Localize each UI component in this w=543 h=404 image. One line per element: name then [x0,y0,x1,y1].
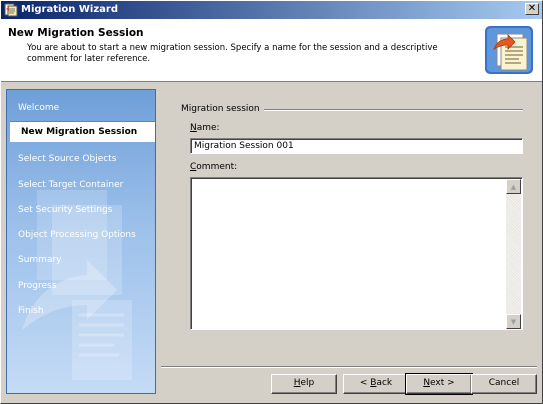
cancel-button[interactable]: Cancel [471,374,537,394]
scroll-down-arrow-icon: ▼ [510,317,517,326]
sidebar-item-set-security-settings[interactable]: Set Security Settings [7,200,155,221]
window-title: Migration Wizard [21,4,119,15]
back-button-prefix: < [359,378,371,388]
name-label-text: ame: [196,123,220,133]
sidebar-item-select-target-container[interactable]: Select Target Container [7,175,155,196]
wizard-header: New Migration Session You are about to s… [1,19,542,82]
sidebar-item-object-processing-options[interactable]: Object Processing Options [7,225,155,246]
page-title: New Migration Session [8,27,144,39]
help-button-label: elp [300,378,315,388]
wizard-content: Migration session Name: Comment: ▲ ▼ [161,89,536,359]
migration-wizard-window: Migration Wizard ✕ New Migration Session… [0,0,543,404]
sidebar-item-welcome[interactable]: Welcome [7,98,155,119]
comment-textarea[interactable]: ▲ ▼ [190,177,523,330]
sidebar-item-new-migration-session[interactable]: New Migration Session [10,121,155,142]
session-name-input[interactable] [190,138,523,154]
wizard-steps-sidebar: Welcome New Migration Session Select Sou… [6,89,156,394]
scroll-up-button[interactable]: ▲ [506,179,521,194]
button-bar-divider [161,366,537,368]
help-button-mnemonic: H [293,378,301,388]
scroll-down-button[interactable]: ▼ [506,314,521,329]
back-button[interactable]: < Back [343,374,409,394]
back-button-label: ack [376,378,393,388]
name-label-mnemonic: N [190,123,197,133]
close-icon: ✕ [527,3,537,14]
group-label: Migration session [181,104,264,114]
close-button[interactable]: ✕ [525,3,539,15]
sidebar-item-progress[interactable]: Progress [7,276,155,297]
help-button[interactable]: Help [271,374,337,394]
name-label: Name: [190,123,220,133]
scroll-up-arrow-icon: ▲ [510,182,517,191]
comment-label-text: omment: [196,162,238,172]
wizard-app-icon [4,3,18,17]
title-bar[interactable]: Migration Wizard ✕ [1,1,542,19]
comment-label: Comment: [190,162,237,172]
migration-document-icon [485,26,533,74]
next-button-label: ext > [430,378,455,388]
page-description: You are about to start a new migration s… [27,43,438,64]
sidebar-item-summary[interactable]: Summary [7,250,155,271]
next-button[interactable]: Next > [405,373,473,395]
sidebar-item-finish[interactable]: Finish [7,301,155,322]
comment-scrollbar[interactable]: ▲ ▼ [506,179,521,329]
sidebar-item-select-source-objects[interactable]: Select Source Objects [7,149,155,170]
